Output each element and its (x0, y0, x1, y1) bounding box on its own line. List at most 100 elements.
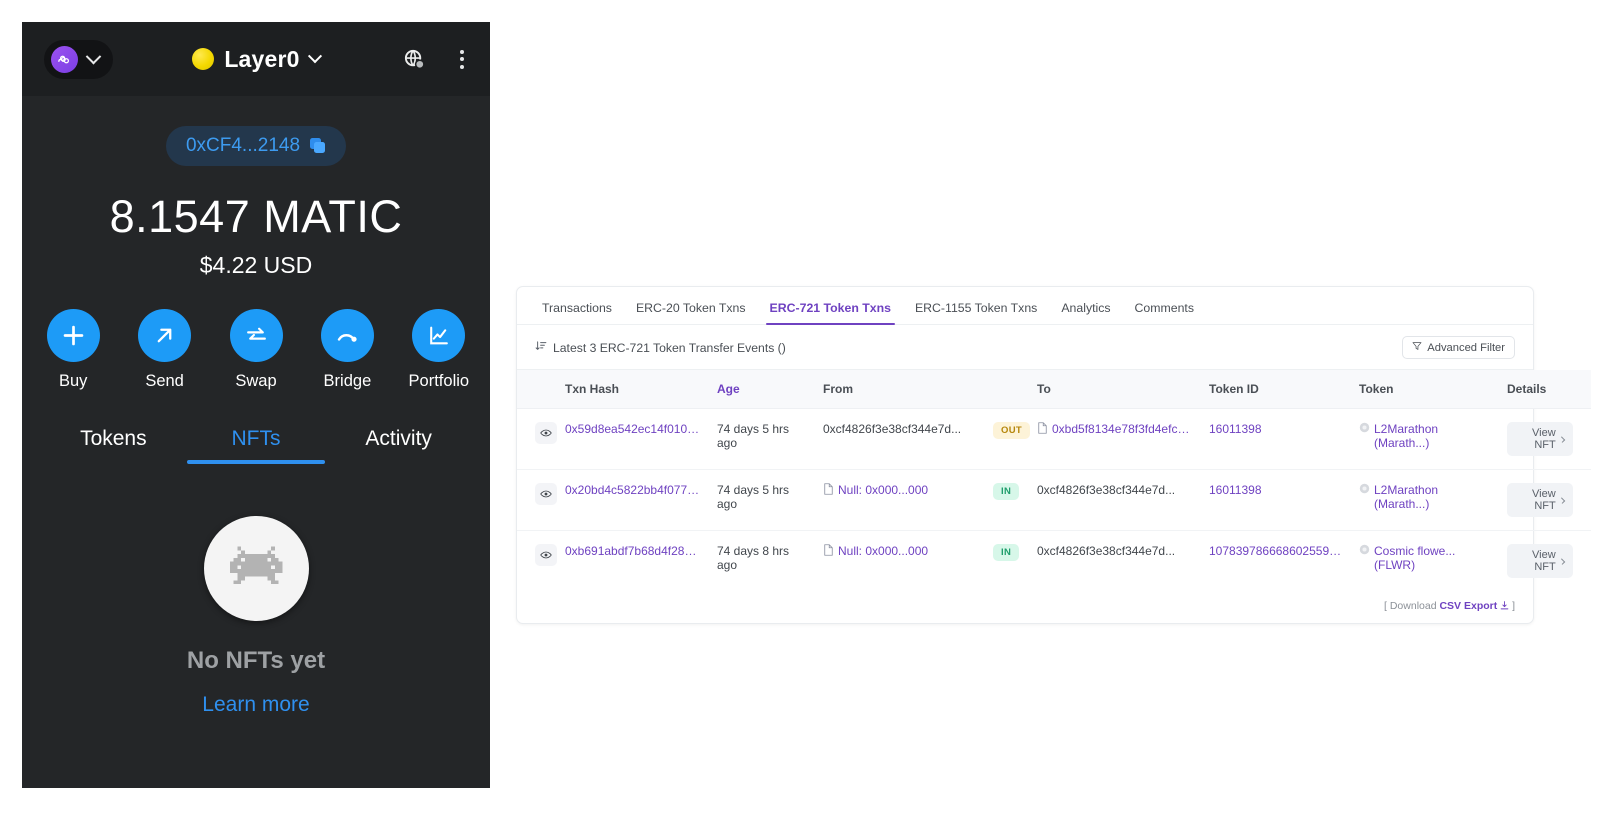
copy-address-button[interactable]: 0xCF4...2148 (165, 126, 347, 166)
tab-nfts[interactable]: NFTs (185, 427, 328, 464)
token-logo-icon (1359, 422, 1370, 436)
status-badge: IN (993, 544, 1020, 561)
from-address-link[interactable]: Null: 0x000...000 (838, 544, 928, 558)
txn-hash-link[interactable]: 0x59d8ea542ec14f0100... (565, 422, 701, 436)
sort-descending-icon[interactable] (535, 340, 547, 355)
action-label: Swap (235, 372, 277, 390)
eye-icon[interactable] (535, 422, 557, 444)
row-from-cell: Null: 0x000...000 (815, 469, 985, 531)
chevron-down-icon (85, 48, 102, 64)
space-invader-icon (203, 516, 309, 621)
wallet-panel: Layer0 0xCF4...2148 8.1547 MATIC $4.22 U… (22, 22, 490, 788)
eye-icon[interactable] (535, 544, 557, 566)
wallet-header-actions (403, 46, 468, 73)
tab-erc721-token-txns[interactable]: ERC-721 Token Txns (758, 301, 903, 325)
row-from-cell: 0xcf4826f3e38cf344e7d... (815, 408, 985, 470)
row-details-cell: View NFT (1499, 531, 1591, 592)
table-body: 0x59d8ea542ec14f0100... 74 days 5 hrs ag… (517, 408, 1591, 592)
row-to-cell: 0xbd5f8134e78f3fd4efc6... (1029, 408, 1201, 470)
infinity-avatar-icon (51, 45, 78, 73)
eye-icon[interactable] (535, 483, 557, 505)
txn-hash-link[interactable]: 0xb691abdf7b68d4f2888... (565, 544, 701, 558)
view-nft-button[interactable]: View NFT (1507, 422, 1573, 456)
action-swap[interactable]: Swap (225, 309, 287, 391)
action-label: Bridge (323, 372, 372, 390)
to-address-link[interactable]: 0xbd5f8134e78f3fd4efc6... (1052, 422, 1193, 436)
action-bridge[interactable]: Bridge (316, 309, 378, 391)
view-nft-button[interactable]: View NFT (1507, 544, 1573, 578)
footer-prefix: [ Download (1384, 600, 1440, 612)
status-badge: IN (993, 483, 1020, 500)
row-token-cell: L2Marathon (Marath...) (1351, 408, 1499, 470)
action-label: Send (145, 372, 184, 390)
table-row[interactable]: 0x20bd4c5822bb4f0774... 74 days 5 hrs ag… (517, 469, 1591, 531)
explorer-card: Transactions ERC-20 Token Txns ERC-721 T… (516, 286, 1591, 624)
kebab-menu-icon[interactable] (456, 46, 468, 73)
learn-more-link[interactable]: Learn more (42, 693, 470, 717)
tab-tokens[interactable]: Tokens (42, 427, 185, 464)
column-header-direction (985, 370, 1029, 409)
tab-erc20-token-txns[interactable]: ERC-20 Token Txns (624, 301, 758, 324)
row-token-id-cell: 10783978666860255917... (1201, 531, 1351, 592)
csv-export-link[interactable]: CSV Export (1439, 600, 1497, 612)
to-address: 0xcf4826f3e38cf344e7d... (1037, 483, 1176, 497)
action-send[interactable]: Send (133, 309, 195, 391)
column-header-txn-hash[interactable]: Txn Hash (557, 370, 709, 409)
column-header-from[interactable]: From (815, 370, 985, 409)
column-header-token-id[interactable]: Token ID (1201, 370, 1351, 409)
token-id-link[interactable]: 16011398 (1209, 483, 1343, 497)
transfer-events-summary-group: Latest 3 ERC-721 Token Transfer Events (… (535, 340, 786, 355)
row-from-cell: Null: 0x000...000 (815, 531, 985, 592)
footer-suffix: ] (1512, 600, 1515, 612)
chevron-right-icon (1558, 435, 1566, 443)
tab-comments[interactable]: Comments (1123, 301, 1206, 324)
action-buy[interactable]: Buy (42, 309, 104, 391)
action-label: Portfolio (408, 372, 470, 390)
txn-hash-link[interactable]: 0x20bd4c5822bb4f0774... (565, 483, 701, 497)
table-row[interactable]: 0xb691abdf7b68d4f2888... 74 days 8 hrs a… (517, 531, 1591, 592)
row-age-cell: 74 days 5 hrs ago (709, 469, 815, 531)
column-header-token[interactable]: Token (1351, 370, 1499, 409)
view-nft-button[interactable]: View NFT (1507, 483, 1573, 517)
view-nft-label: View NFT (1532, 427, 1556, 451)
table-row[interactable]: 0x59d8ea542ec14f0100... 74 days 5 hrs ag… (517, 408, 1591, 470)
column-header-to[interactable]: To (1029, 370, 1201, 409)
tab-activity[interactable]: Activity (327, 427, 470, 464)
contract-icon (823, 544, 834, 559)
advanced-filter-button[interactable]: Advanced Filter (1402, 336, 1515, 359)
chevron-down-icon[interactable] (307, 49, 322, 64)
token-name-link[interactable]: L2Marathon (Marath...) (1374, 422, 1491, 450)
table-footer: [ Download CSV Export ] (517, 591, 1533, 623)
account-selector[interactable] (44, 39, 113, 79)
swap-arrows-icon (229, 309, 283, 362)
advanced-filter-label: Advanced Filter (1427, 341, 1505, 354)
contract-icon (1037, 422, 1048, 437)
action-portfolio[interactable]: Portfolio (408, 309, 470, 391)
row-eye-cell (517, 469, 557, 531)
wallet-tabs: Tokens NFTs Activity (42, 427, 470, 464)
contract-icon (823, 483, 834, 498)
tab-erc1155-token-txns[interactable]: ERC-1155 Token Txns (903, 301, 1049, 324)
row-txn-hash-cell: 0x59d8ea542ec14f0100... (557, 408, 709, 470)
globe-network-icon[interactable] (403, 48, 426, 71)
tab-analytics[interactable]: Analytics (1049, 301, 1122, 324)
column-header-age[interactable]: Age (709, 370, 815, 409)
from-address-link[interactable]: Null: 0x000...000 (838, 483, 928, 497)
row-details-cell: View NFT (1499, 408, 1591, 470)
row-age-cell: 74 days 8 hrs ago (717, 544, 790, 572)
chevron-right-icon (1558, 557, 1566, 565)
network-name[interactable]: Layer0 (224, 46, 299, 73)
token-name-link[interactable]: Cosmic flowe... (FLWR) (1374, 544, 1491, 572)
transfer-events-summary: Latest 3 ERC-721 Token Transfer Events (… (553, 340, 786, 355)
token-name-link[interactable]: L2Marathon (Marath...) (1374, 483, 1491, 511)
arrow-up-right-icon (138, 309, 192, 362)
token-id-link[interactable]: 16011398 (1209, 422, 1343, 436)
tab-transactions[interactable]: Transactions (530, 301, 624, 324)
row-token-id-cell: 16011398 (1201, 469, 1351, 531)
download-icon[interactable] (1497, 600, 1512, 612)
wallet-balance: 8.1547 MATIC (109, 191, 403, 242)
wallet-fiat-balance: $4.22 USD (199, 252, 313, 278)
wallet-address: 0xCF4...2148 (185, 135, 301, 156)
row-to-cell: 0xcf4826f3e38cf344e7d... (1029, 531, 1201, 592)
token-id-link[interactable]: 10783978666860255917... (1209, 544, 1343, 558)
